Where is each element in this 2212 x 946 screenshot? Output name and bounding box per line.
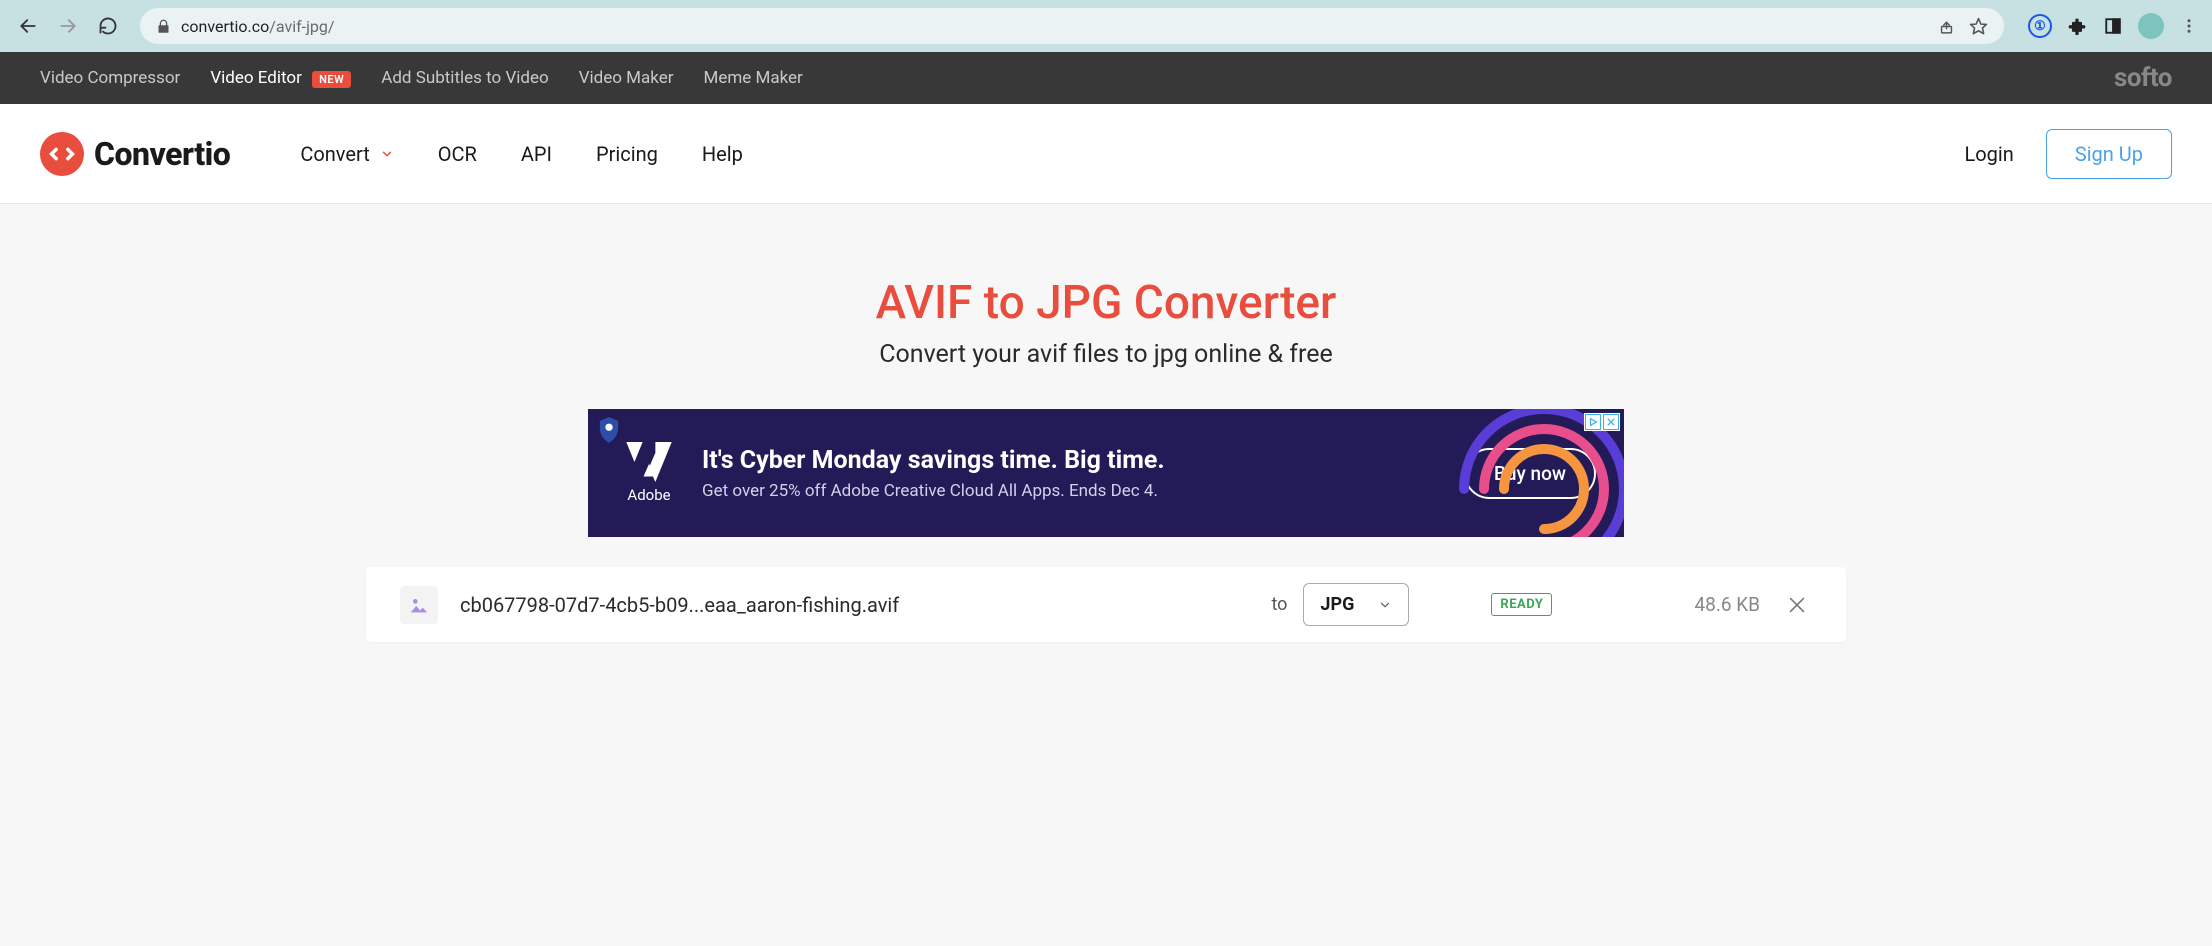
browser-chrome: convertio.co/avif-jpg/ ① <box>0 0 2212 52</box>
adobe-logo-icon <box>626 442 672 482</box>
profile-avatar[interactable] <box>2138 13 2164 39</box>
nav-pricing[interactable]: Pricing <box>596 142 658 166</box>
file-row: cb067798-07d7-4cb5-b09...eaa_aaron-fishi… <box>366 567 1846 642</box>
extensions-area: ① <box>2020 13 2200 39</box>
back-button[interactable] <box>12 10 44 42</box>
ad-banner[interactable]: Adobe It's Cyber Monday savings time. Bi… <box>588 409 1624 537</box>
ad-info-icon[interactable] <box>1585 414 1601 430</box>
reload-button[interactable] <box>92 10 124 42</box>
site-header: Convertio Convert OCR API Pricing Help L… <box>0 104 2212 204</box>
share-icon[interactable] <box>1938 18 1955 35</box>
topbar-item-meme-maker[interactable]: Meme Maker <box>704 68 803 88</box>
status-badge: READY <box>1491 593 1552 616</box>
to-label: to <box>1271 594 1287 615</box>
topbar-item-video-compressor[interactable]: Video Compressor <box>40 68 180 88</box>
adchoices-shield-icon <box>598 417 620 443</box>
signup-button[interactable]: Sign Up <box>2046 129 2172 179</box>
address-bar[interactable]: convertio.co/avif-jpg/ <box>140 8 2004 44</box>
format-selector-group: to JPG <box>1271 583 1409 626</box>
file-name: cb067798-07d7-4cb5-b09...eaa_aaron-fishi… <box>460 593 1249 617</box>
ad-copy: It's Cyber Monday savings time. Big time… <box>702 446 1434 501</box>
ad-controls <box>1584 413 1620 431</box>
logo-text: Convertio <box>94 135 230 173</box>
puzzle-extension-icon[interactable] <box>2066 15 2088 37</box>
ad-brand-logo: Adobe <box>626 442 672 504</box>
panel-extension-icon[interactable] <box>2102 15 2124 37</box>
format-value: JPG <box>1320 594 1354 615</box>
new-badge: NEW <box>312 71 351 88</box>
nav-ocr[interactable]: OCR <box>438 142 477 166</box>
bookmark-star-icon[interactable] <box>1969 17 1988 36</box>
logo[interactable]: Convertio <box>40 132 230 176</box>
file-size: 48.6 KB <box>1694 593 1760 616</box>
promo-topbar: Video Compressor Video Editor NEW Add Su… <box>0 52 2212 104</box>
kebab-menu-icon[interactable] <box>2178 15 2200 37</box>
ad-subline: Get over 25% off Adobe Creative Cloud Al… <box>702 481 1434 501</box>
chevron-down-icon <box>380 147 394 161</box>
url-domain: convertio.co <box>181 17 269 36</box>
file-type-icon <box>400 586 438 624</box>
ad-headline: It's Cyber Monday savings time. Big time… <box>702 446 1434 475</box>
onepassword-extension-icon[interactable]: ① <box>2028 14 2052 38</box>
hero-section: AVIF to JPG Converter Convert your avif … <box>0 204 2212 409</box>
logo-mark-icon <box>40 132 84 176</box>
nav-help[interactable]: Help <box>702 142 743 166</box>
lock-icon <box>156 19 171 34</box>
topbar-item-add-subtitles[interactable]: Add Subtitles to Video <box>381 68 548 88</box>
nav-label: Convert <box>300 142 369 166</box>
topbar-item-video-editor[interactable]: Video Editor NEW <box>210 68 351 88</box>
ad-brand-text: Adobe <box>627 486 670 504</box>
page-title: AVIF to JPG Converter <box>20 276 2192 330</box>
softo-logo[interactable]: softo <box>2114 63 2172 93</box>
nav-api[interactable]: API <box>521 142 552 166</box>
topbar-item-video-maker[interactable]: Video Maker <box>579 68 674 88</box>
nav-convert[interactable]: Convert <box>300 142 393 166</box>
ad-close-icon[interactable] <box>1603 414 1619 430</box>
url-path: /avif-jpg/ <box>269 17 334 36</box>
topbar-item-label: Video Editor <box>210 68 302 88</box>
ad-container: Adobe It's Cyber Monday savings time. Bi… <box>588 409 1624 537</box>
forward-button[interactable] <box>52 10 84 42</box>
format-dropdown[interactable]: JPG <box>1303 583 1409 626</box>
page-subtitle: Convert your avif files to jpg online & … <box>20 340 2192 369</box>
remove-file-button[interactable] <box>1782 590 1812 620</box>
main-nav: Convert OCR API Pricing Help <box>300 142 743 166</box>
login-link[interactable]: Login <box>1964 142 2013 166</box>
chevron-down-icon <box>1378 598 1392 612</box>
